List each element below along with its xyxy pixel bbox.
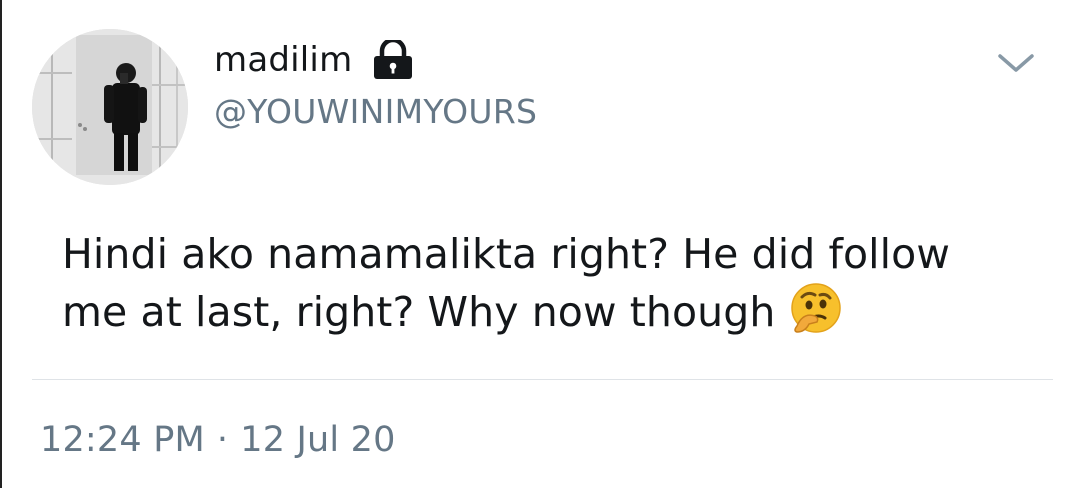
author-name-row[interactable]: madilim — [214, 36, 416, 84]
display-name[interactable]: madilim — [214, 40, 352, 80]
tweet-text-line: Hindi ako namamalikta right? He did foll… — [62, 230, 950, 278]
tweet-text: Hindi ako namamalikta right? He did foll… — [62, 226, 1052, 350]
avatar[interactable] — [32, 29, 188, 185]
lock-icon — [370, 40, 416, 80]
profile-photo — [32, 29, 188, 185]
tweet-date: 12 Jul 20 — [240, 420, 396, 460]
window-left-edge — [0, 0, 2, 488]
tweet-text-line: me at last, right? Why now though — [62, 282, 1052, 350]
separator-dot: · — [216, 420, 229, 460]
thinking-face-emoji — [789, 282, 843, 350]
tweet-time: 12:24 PM — [40, 420, 205, 460]
tweet-text-line-content: me at last, right? Why now though — [62, 288, 776, 336]
divider — [32, 379, 1053, 380]
author-handle[interactable]: @YOUWINIMYOURS — [214, 92, 537, 131]
chevron-down-icon[interactable] — [994, 48, 1038, 78]
tweet-timestamp[interactable]: 12:24 PM · 12 Jul 20 — [40, 420, 396, 460]
